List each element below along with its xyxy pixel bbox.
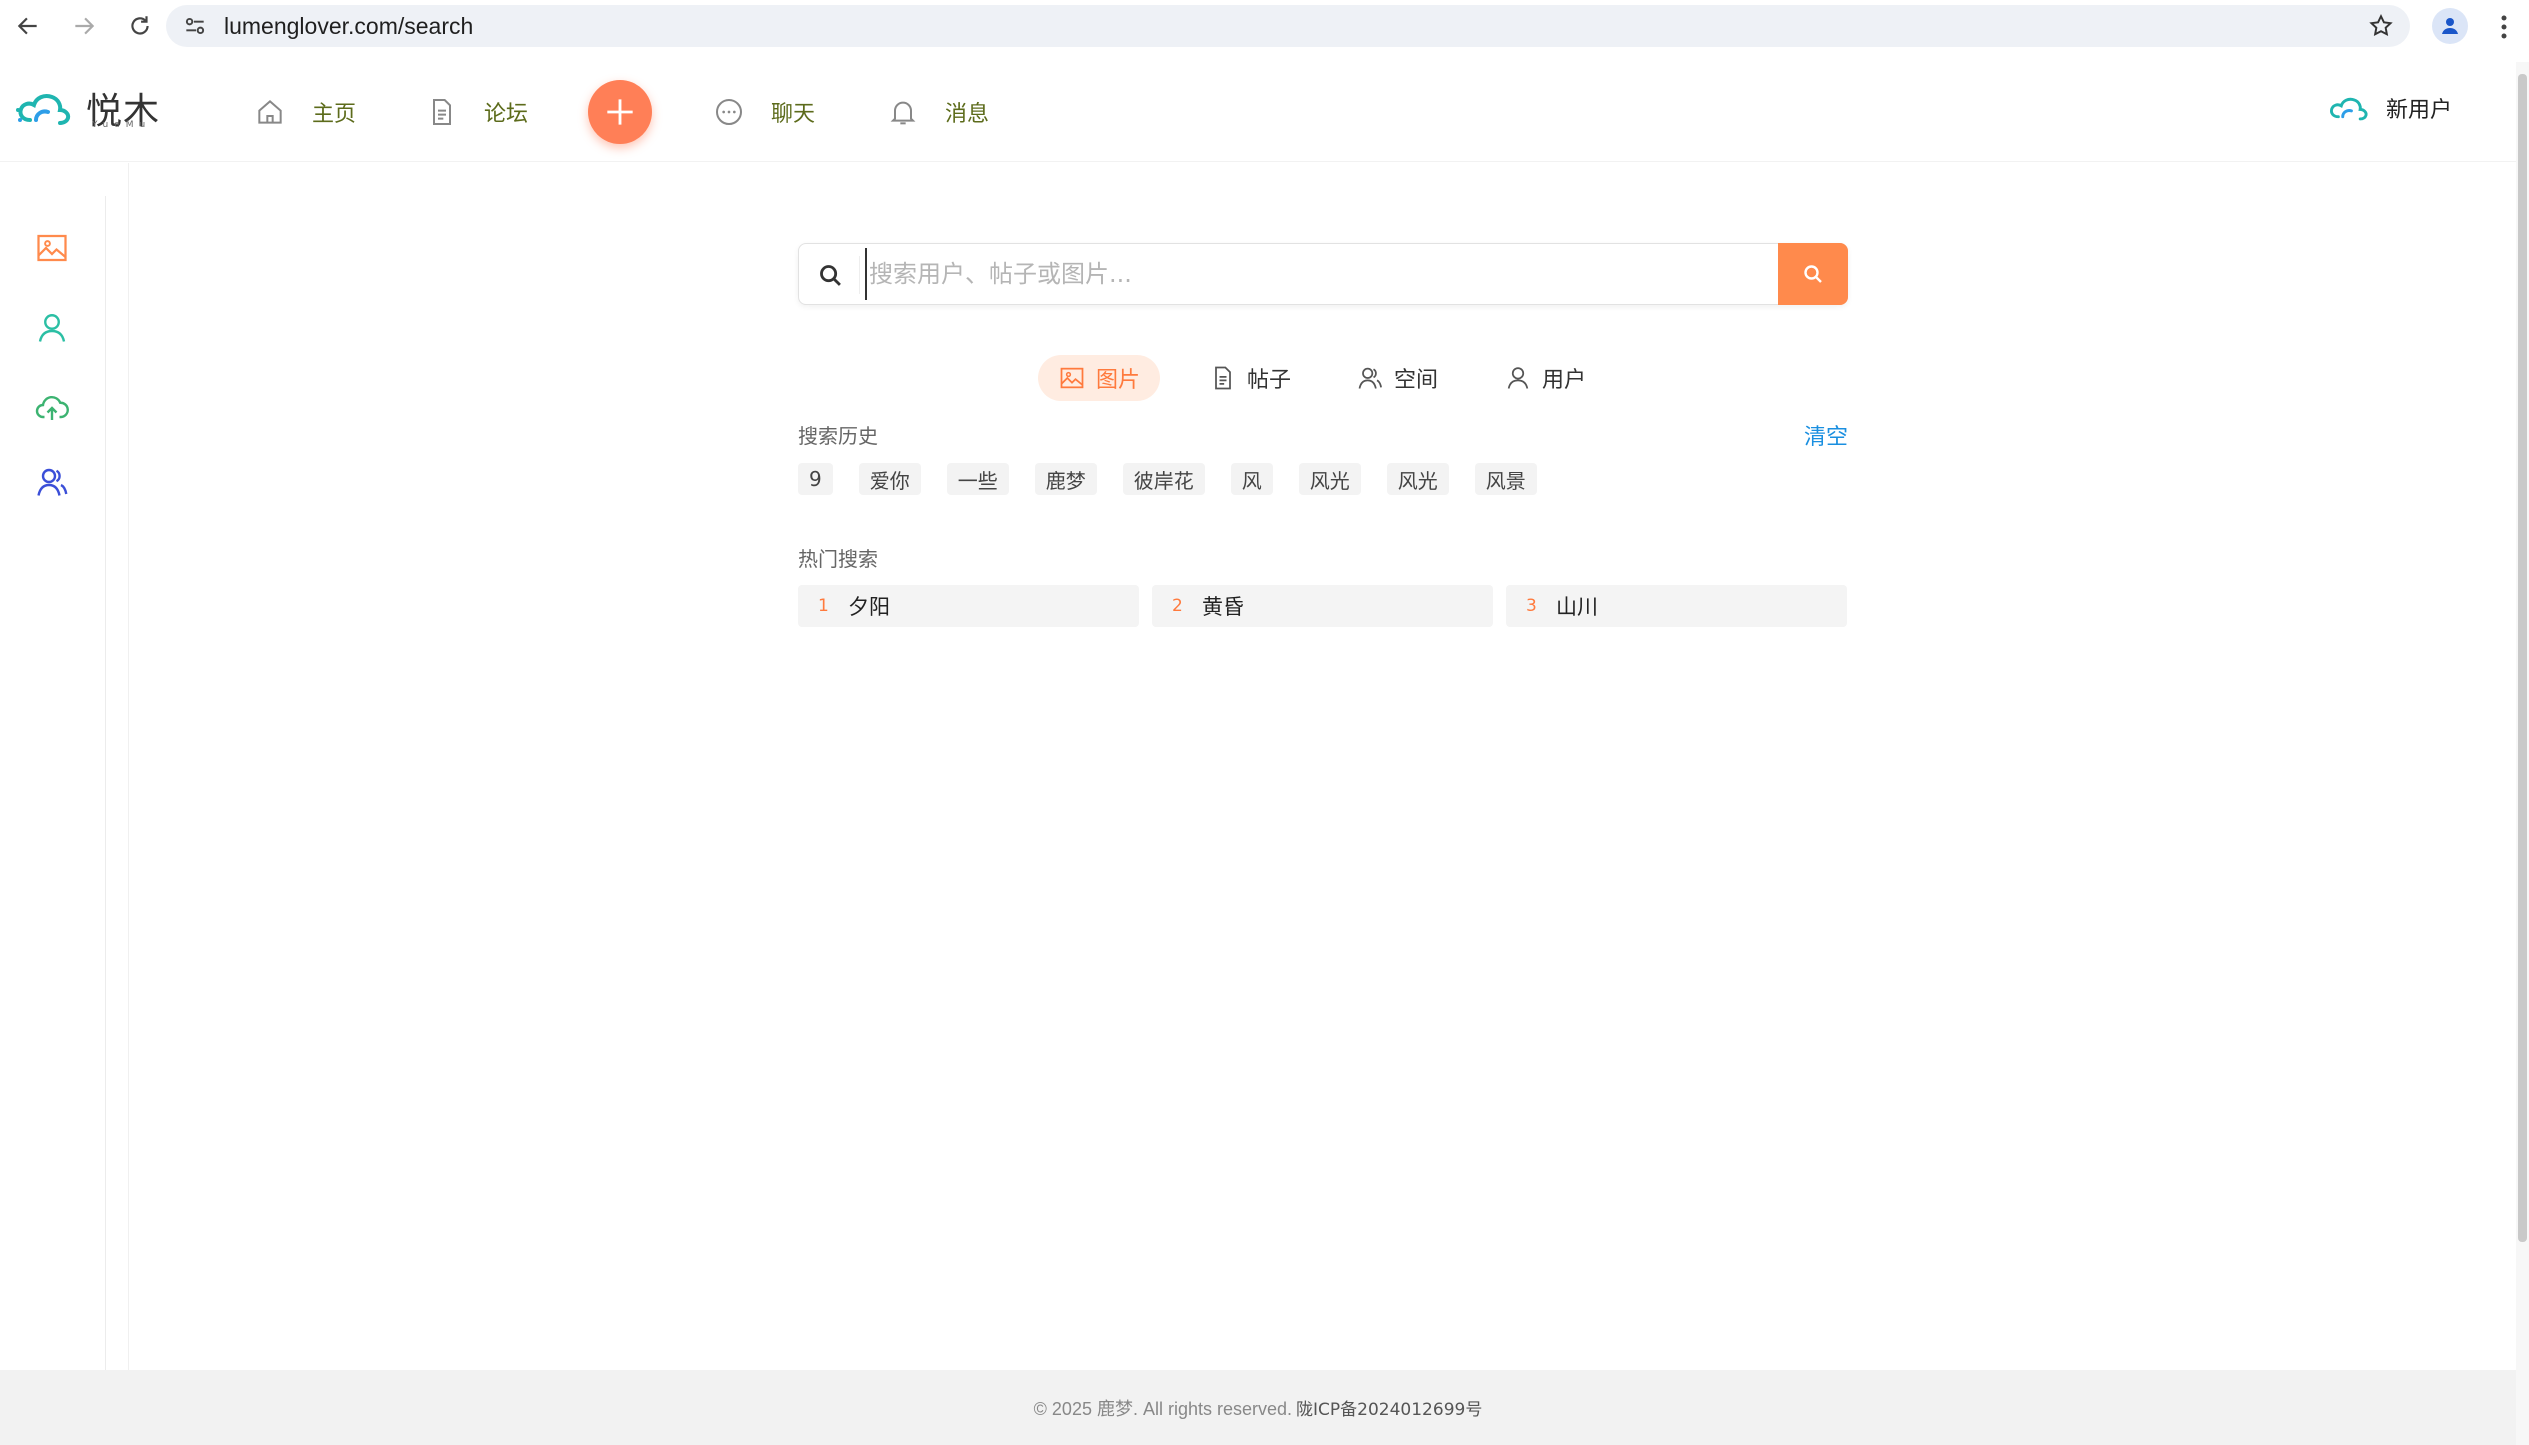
tab-posts[interactable]: 帖子 xyxy=(1189,355,1311,401)
footer-copyright: © 2025 鹿梦. All rights reserved. xyxy=(1033,1398,1293,1419)
nav-messages-label: 消息 xyxy=(945,102,990,127)
site-settings-icon[interactable] xyxy=(182,13,208,39)
users-icon[interactable] xyxy=(34,464,70,500)
plus-icon xyxy=(607,99,633,125)
nav-forum[interactable]: 论坛 xyxy=(426,92,528,132)
left-sidebar xyxy=(0,196,106,1370)
history-tag[interactable]: 彼岸花 xyxy=(1122,463,1205,495)
history-tag[interactable]: 风光 xyxy=(1298,463,1361,495)
nav-messages[interactable]: 消息 xyxy=(887,92,989,132)
search-icon xyxy=(820,265,841,286)
document-icon xyxy=(433,99,451,125)
address-bar[interactable]: lumenglover.com/search xyxy=(166,5,2410,47)
profile-button[interactable] xyxy=(2432,8,2468,44)
hot-term: 夕阳 xyxy=(848,595,890,619)
url-text: lumenglover.com/search xyxy=(224,12,474,39)
history-tag-list: 9 爱你 一些 鹿梦 彼岸花 风 风光 风光 风景 xyxy=(798,463,1537,495)
tab-spaces-label: 空间 xyxy=(1394,368,1439,393)
tab-users[interactable]: 用户 xyxy=(1484,355,1606,401)
hot-search-list: 1 夕阳 2 黄昏 3 山川 xyxy=(798,585,1847,627)
arrow-right-icon xyxy=(75,17,95,35)
hot-search-item[interactable]: 2 黄昏 xyxy=(1152,585,1493,627)
tab-posts-label: 帖子 xyxy=(1247,368,1292,393)
history-title: 搜索历史 xyxy=(798,424,878,448)
bookmark-star-icon[interactable] xyxy=(2368,13,2394,39)
search-button[interactable] xyxy=(1778,243,1848,305)
nav-chat[interactable]: 聊天 xyxy=(713,92,815,132)
site-header: 悦木 YueMu 主页 论坛 聊天 消息 新用户 xyxy=(0,62,2516,162)
more-vert-icon[interactable] xyxy=(2494,12,2514,42)
user-icon xyxy=(1507,367,1529,389)
upload-cloud-icon[interactable] xyxy=(34,390,70,426)
history-tag[interactable]: 风 xyxy=(1230,463,1273,495)
history-tag[interactable]: 风景 xyxy=(1474,463,1537,495)
arrow-left-icon xyxy=(17,17,37,35)
history-tag[interactable]: 风光 xyxy=(1386,463,1449,495)
tab-images[interactable]: 图片 xyxy=(1038,355,1161,401)
image-icon xyxy=(1060,367,1084,389)
scrollbar-thumb[interactable] xyxy=(2518,74,2527,1242)
logo-subtitle: YueMu xyxy=(92,120,152,130)
footer-icp-link[interactable]: 陇ICP备2024012699号 xyxy=(1296,1395,1482,1420)
user-icon[interactable] xyxy=(34,310,70,346)
page-footer: © 2025 鹿梦. All rights reserved. 陇ICP备202… xyxy=(0,1370,2516,1445)
nav-home-label: 主页 xyxy=(312,102,357,127)
nav-home[interactable]: 主页 xyxy=(254,92,356,132)
create-post-button[interactable] xyxy=(588,80,652,144)
history-tag[interactable]: 爱你 xyxy=(858,463,921,495)
chat-icon xyxy=(716,99,742,125)
user-menu[interactable]: 新用户 xyxy=(2326,92,2452,124)
hot-term: 黄昏 xyxy=(1202,595,1244,619)
hot-search-item[interactable]: 3 山川 xyxy=(1506,585,1847,627)
history-tag[interactable]: 一些 xyxy=(946,463,1009,495)
history-tag[interactable]: 鹿梦 xyxy=(1034,463,1097,495)
space-users-icon xyxy=(1358,367,1382,389)
user-name: 新用户 xyxy=(2385,98,2452,123)
search-input[interactable] xyxy=(865,248,1765,300)
hot-rank: 1 xyxy=(818,596,829,616)
tab-images-label: 图片 xyxy=(1096,368,1141,393)
page-scrollbar[interactable] xyxy=(2516,62,2529,1445)
nav-forum-label: 论坛 xyxy=(484,102,529,127)
cloud-logo-icon xyxy=(16,94,71,125)
content-divider xyxy=(128,163,129,1370)
back-button[interactable] xyxy=(0,0,56,52)
hot-rank: 2 xyxy=(1172,596,1183,616)
tab-users-label: 用户 xyxy=(1542,368,1587,393)
search-bar xyxy=(798,243,1848,305)
reload-icon xyxy=(131,16,149,35)
search-icon xyxy=(1804,265,1822,283)
clear-history-button[interactable]: 清空 xyxy=(1804,419,1848,451)
home-icon xyxy=(258,100,282,124)
bell-icon xyxy=(890,101,916,125)
nav-chat-label: 聊天 xyxy=(771,102,816,127)
reload-button[interactable] xyxy=(112,0,168,52)
history-tag[interactable]: 9 xyxy=(798,463,833,495)
cloud-avatar-icon xyxy=(2330,97,2368,121)
hot-term: 山川 xyxy=(1556,595,1598,619)
forward-button[interactable] xyxy=(56,0,112,52)
hot-search-title: 热门搜索 xyxy=(798,547,878,571)
document-icon xyxy=(1215,366,1231,390)
hot-rank: 3 xyxy=(1526,596,1537,616)
image-icon[interactable] xyxy=(34,230,70,266)
tab-spaces[interactable]: 空间 xyxy=(1336,355,1458,401)
profile-avatar-icon xyxy=(2442,18,2458,34)
hot-search-item[interactable]: 1 夕阳 xyxy=(798,585,1139,627)
browser-toolbar: lumenglover.com/search xyxy=(0,0,2529,52)
search-separator xyxy=(859,256,860,294)
